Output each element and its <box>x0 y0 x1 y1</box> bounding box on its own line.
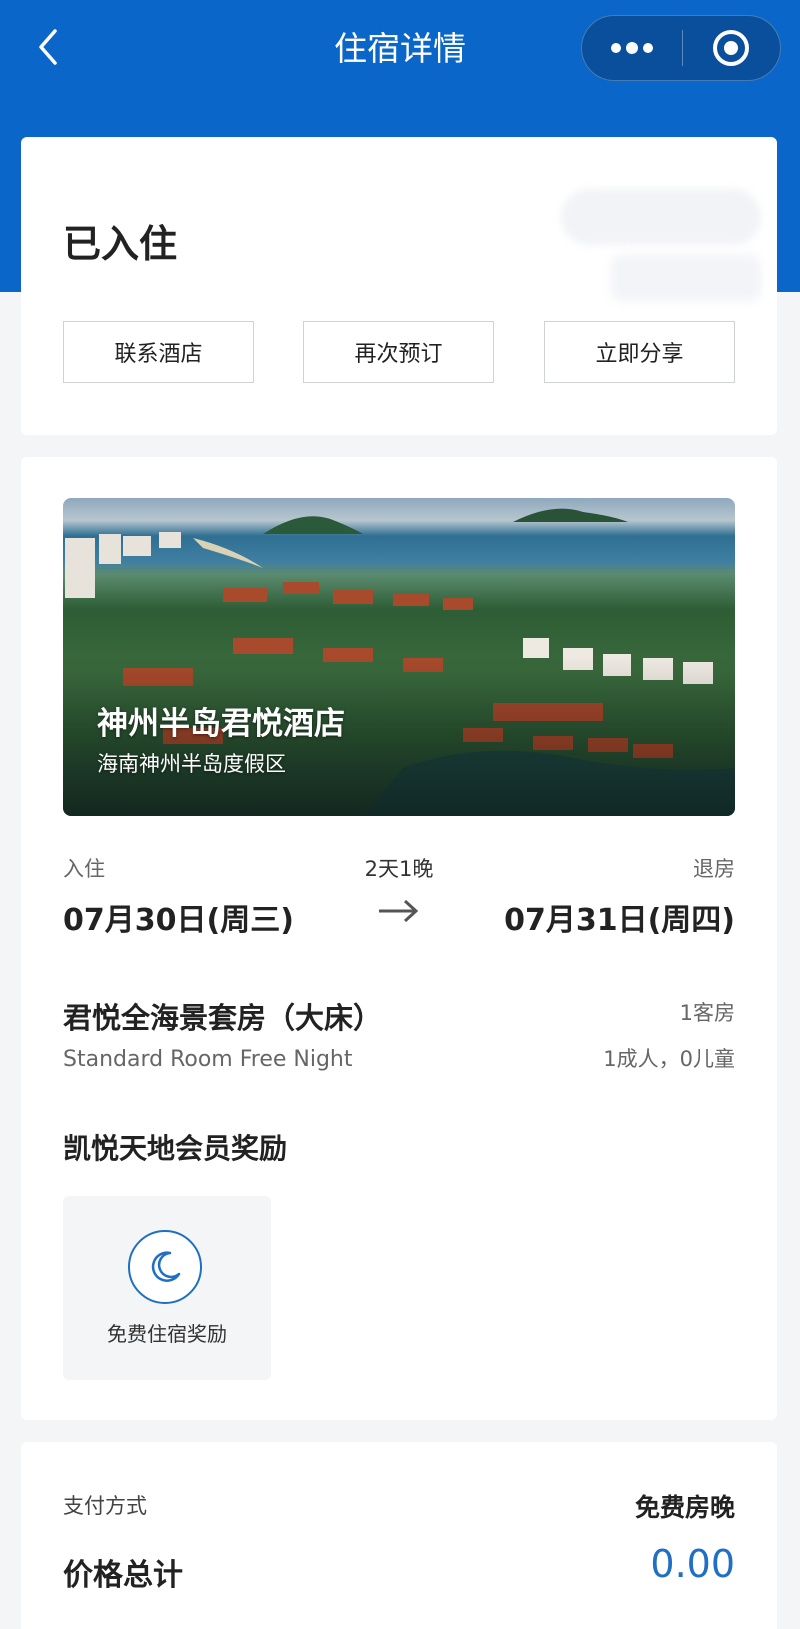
checkin-date: 07月30日(周三) <box>63 903 294 938</box>
more-dots-icon <box>610 42 653 54</box>
checkout-date: 07月31日(周四) <box>504 903 735 938</box>
reward-label: 免费住宿奖励 <box>107 1322 227 1346</box>
rewards-title: 凯悦天地会员奖励 <box>63 1132 288 1165</box>
total-price-value: 0.00 <box>650 1542 735 1586</box>
contact-hotel-button[interactable]: 联系酒店 <box>63 321 254 383</box>
checkout-label: 退房 <box>693 857 735 881</box>
hotel-card: 神州半岛君悦酒店 海南神州半岛度假区 入住 2天1晚 退房 07月30日(周三)… <box>21 457 777 1420</box>
status-card: 已入住 联系酒店 再次预订 立即分享 <box>21 137 777 435</box>
navigation-bar: 住宿详情 <box>0 0 800 100</box>
reward-item[interactable]: 免费住宿奖励 <box>63 1196 271 1380</box>
book-again-button[interactable]: 再次预订 <box>303 321 494 383</box>
moon-icon <box>128 1230 202 1304</box>
room-name: 君悦全海景套房（大床） <box>63 1001 383 1035</box>
room-count: 1客房 <box>679 1001 735 1025</box>
stay-duration: 2天1晚 <box>364 857 434 881</box>
target-close-icon <box>713 30 750 66</box>
payment-method-label: 支付方式 <box>63 1494 147 1518</box>
hotel-photo[interactable]: 神州半岛君悦酒店 海南神州半岛度假区 <box>63 498 735 816</box>
total-price-label: 价格总计 <box>63 1558 183 1593</box>
hotel-location: 海南神州半岛度假区 <box>97 752 286 776</box>
room-rate: Standard Room Free Night <box>63 1047 353 1072</box>
room-guests: 1成人，0儿童 <box>603 1047 735 1071</box>
arrow-right-icon <box>379 899 419 923</box>
blurred-element <box>611 255 761 301</box>
close-button[interactable] <box>683 16 781 80</box>
more-button[interactable] <box>582 16 682 80</box>
share-button[interactable]: 立即分享 <box>544 321 735 383</box>
payment-card: 支付方式 免费房晚 价格总计 0.00 <box>21 1442 777 1629</box>
checkin-label: 入住 <box>63 857 105 881</box>
payment-method-value: 免费房晚 <box>634 1493 735 1522</box>
hotel-name: 神州半岛君悦酒店 <box>97 706 345 742</box>
stay-status: 已入住 <box>63 222 178 266</box>
mini-program-capsule <box>581 15 781 81</box>
blurred-element <box>561 189 761 245</box>
